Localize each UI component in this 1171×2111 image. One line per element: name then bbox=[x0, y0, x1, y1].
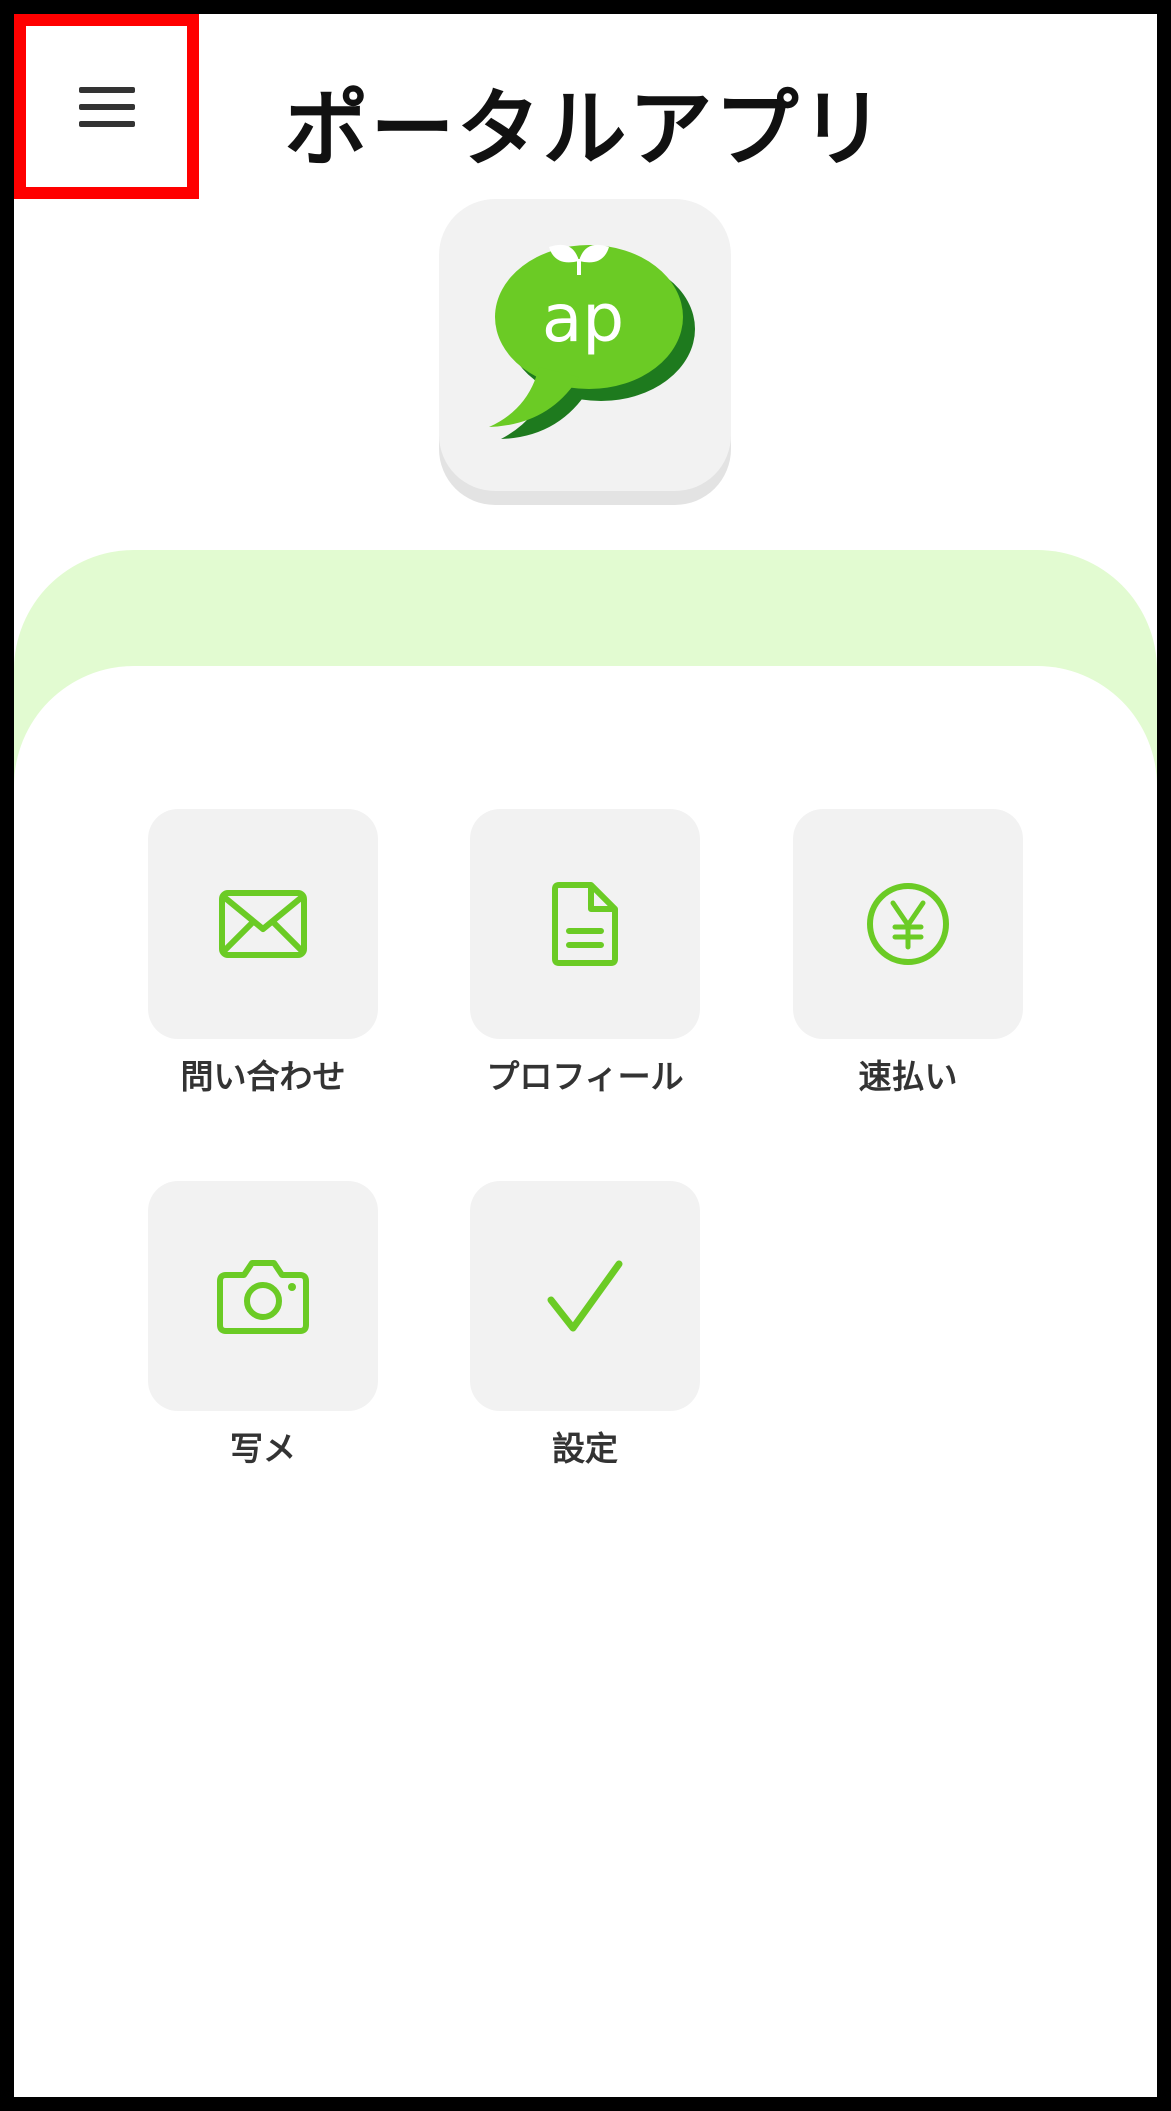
menu-item-settings-label: 設定 bbox=[552, 1429, 618, 1468]
menu-item-settings-button[interactable] bbox=[470, 1181, 700, 1411]
menu-item-settings[interactable]: 設定 bbox=[470, 1181, 700, 1471]
menu-item-quick-pay[interactable]: 速払い bbox=[793, 809, 1023, 1099]
app-logo: ap bbox=[439, 199, 731, 491]
menu-item-inquiry-button[interactable] bbox=[148, 809, 378, 1039]
menu-item-photo-label: 写メ bbox=[230, 1429, 296, 1468]
menu-item-photo[interactable]: 写メ bbox=[148, 1181, 378, 1471]
envelope-icon bbox=[219, 890, 307, 958]
yen-coin-icon bbox=[867, 883, 949, 965]
document-icon bbox=[552, 882, 618, 966]
checkmark-icon bbox=[547, 1260, 623, 1332]
menu-item-profile-button[interactable] bbox=[470, 809, 700, 1039]
menu-item-quick-pay-button[interactable] bbox=[793, 809, 1023, 1039]
page-title: ポータルアプリ bbox=[284, 80, 887, 178]
logo-text: ap bbox=[542, 280, 624, 357]
menu-item-profile[interactable]: プロフィール bbox=[470, 809, 700, 1099]
menu-item-inquiry-label: 問い合わせ bbox=[180, 1057, 346, 1096]
menu-item-profile-label: プロフィール bbox=[486, 1057, 684, 1096]
sprout-speech-bubble-logo: ap bbox=[489, 244, 695, 439]
camera-icon bbox=[217, 1260, 309, 1334]
menu-item-quick-pay-label: 速払い bbox=[858, 1057, 958, 1096]
app-screen: ポータルアプリ ap 問い合わせ プロフィール 速払い 写メ 設定 bbox=[0, 0, 1171, 2111]
menu-item-photo-button[interactable] bbox=[148, 1181, 378, 1411]
content-panel: 問い合わせ プロフィール 速払い 写メ 設定 bbox=[14, 666, 1157, 2097]
menu-item-inquiry[interactable]: 問い合わせ bbox=[148, 809, 378, 1099]
